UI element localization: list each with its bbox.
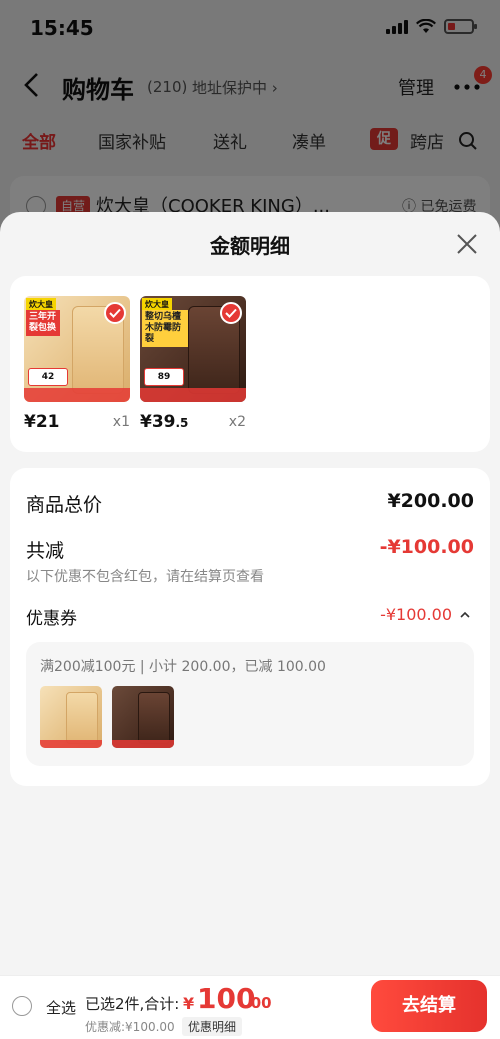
image-price-chip: 89 — [144, 368, 184, 386]
image-promo-text: 三年开裂包换 — [26, 310, 60, 336]
product-price: ¥39.5 — [140, 412, 189, 432]
close-icon[interactable] — [456, 233, 478, 255]
product-quantity: x1 — [112, 414, 130, 430]
product-quantity: x2 — [228, 414, 246, 430]
reduce-note: 以下优惠不包含红包，请在结算页查看 — [26, 569, 264, 585]
select-all-label[interactable]: 全选 — [46, 997, 76, 1018]
reduce-label: 共减 — [26, 540, 65, 562]
checkout-bar: 全选 已选2件,合计: ¥ 100 .00 优惠减:¥100.00 优惠明细 去… — [0, 975, 500, 1039]
goods-total-value: ¥200.00 — [387, 490, 474, 512]
selected-summary: 已选2件,合计: — [85, 995, 180, 1013]
chevron-up-icon[interactable] — [458, 608, 472, 622]
image-promo-text: 整切乌檀木防霉防裂 — [142, 310, 188, 347]
product-item[interactable]: 炊大皇 三年开裂包换 42 ¥21 x1 — [24, 296, 130, 432]
products-card: 炊大皇 三年开裂包换 42 ¥21 x1 炊大皇 整切乌檀木防霉防裂 89 ¥3… — [10, 276, 490, 452]
product-item[interactable]: 炊大皇 整切乌檀木防霉防裂 89 ¥39.5 x2 — [140, 296, 246, 432]
coupon-rule: 满200减100元 | 小计 200.00，已减 100.00 — [40, 659, 326, 675]
select-all-radio[interactable] — [12, 996, 32, 1016]
coupon-product-thumbnail — [40, 686, 102, 748]
product-price: ¥21 — [24, 412, 60, 432]
product-image: 炊大皇 三年开裂包换 42 — [24, 296, 130, 402]
discount-detail-link[interactable]: 优惠明细 — [182, 1017, 243, 1036]
check-icon — [220, 302, 242, 324]
checkout-button[interactable]: 去结算 — [371, 980, 487, 1032]
image-price-chip: 42 — [28, 368, 68, 386]
amount-detail-sheet: 金额明细 炊大皇 三年开裂包换 42 ¥21 x1 炊大皇 整切乌檀木防霉防裂 — [0, 212, 500, 1039]
reduce-value: -¥100.00 — [379, 536, 474, 558]
goods-total-label: 商品总价 — [26, 494, 103, 516]
total-amount-decimal: .00 — [245, 994, 272, 1012]
coupon-product-thumbnail — [112, 686, 174, 748]
coupon-detail-box: 满200减100元 | 小计 200.00，已减 100.00 — [26, 642, 474, 766]
coupon-label: 优惠券 — [26, 609, 77, 629]
summary-card: 商品总价 ¥200.00 共减 -¥100.00 以下优惠不包含红包，请在结算页… — [10, 468, 490, 786]
check-icon — [104, 302, 126, 324]
discount-note: 优惠减:¥100.00 — [85, 1020, 175, 1034]
sheet-title: 金额明细 — [210, 234, 290, 258]
total-currency: ¥ — [183, 994, 195, 1013]
coupon-value[interactable]: -¥100.00 — [380, 605, 452, 624]
product-image: 炊大皇 整切乌檀木防霉防裂 89 — [140, 296, 246, 402]
